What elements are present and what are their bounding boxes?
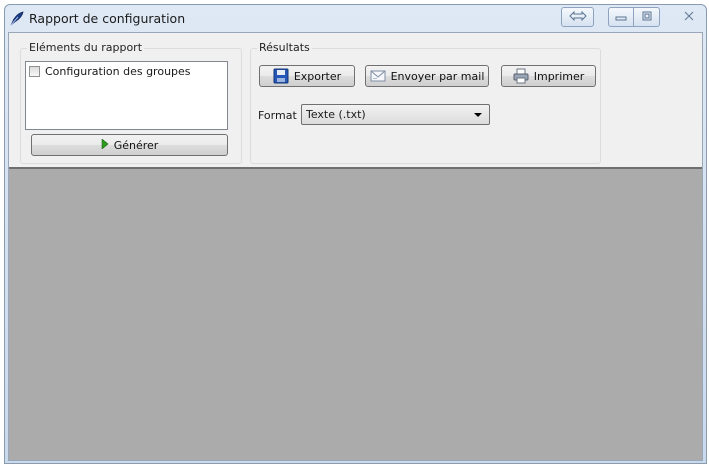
chevron-down-icon (474, 113, 482, 117)
envelope-icon (370, 68, 386, 84)
results-legend: Résultats (257, 41, 312, 54)
double-arrow-icon (568, 10, 587, 24)
maximize-icon (641, 10, 653, 24)
results-group: Résultats Exporter Envoyer par mail Impr… (250, 41, 601, 164)
format-select-value: Texte (.txt) (306, 108, 366, 121)
printer-icon (513, 68, 529, 84)
client-area: Eléments du rapport Configuration des gr… (8, 32, 703, 461)
generate-button[interactable]: Générer (31, 134, 228, 156)
format-label: Format : (258, 109, 304, 122)
close-button[interactable] (675, 7, 703, 27)
maximize-button[interactable] (634, 7, 660, 27)
report-elements-group: Eléments du rapport Configuration des gr… (20, 41, 242, 164)
print-label: Imprimer (533, 69, 585, 83)
floppy-disk-icon (273, 68, 289, 84)
report-preview-area (9, 167, 702, 460)
export-label: Exporter (293, 69, 342, 83)
send-mail-button[interactable]: Envoyer par mail (365, 65, 489, 87)
generate-label: Générer (113, 138, 159, 152)
print-button[interactable]: Imprimer (501, 65, 596, 87)
report-elements-legend: Eléments du rapport (27, 41, 145, 54)
send-mail-label: Envoyer par mail (390, 69, 485, 83)
list-item-label: Configuration des groupes (45, 65, 191, 78)
app-window: Rapport de configuration Eléments du rap… (4, 4, 707, 464)
window-controls (608, 7, 660, 27)
play-icon (101, 137, 109, 152)
minimize-icon (615, 10, 627, 24)
export-button[interactable]: Exporter (259, 65, 355, 87)
list-item[interactable]: Configuration des groupes (29, 65, 191, 78)
configuration-groups-checkbox[interactable] (29, 66, 40, 77)
window-title: Rapport de configuration (29, 11, 186, 26)
feather-pen-icon (9, 11, 25, 27)
restore-double-arrow-button[interactable] (561, 7, 594, 27)
format-select[interactable]: Texte (.txt) (301, 104, 490, 125)
close-icon (684, 10, 694, 24)
minimize-button[interactable] (608, 7, 634, 27)
title-bar[interactable]: Rapport de configuration (5, 5, 706, 33)
report-elements-list[interactable]: Configuration des groupes (25, 61, 228, 130)
